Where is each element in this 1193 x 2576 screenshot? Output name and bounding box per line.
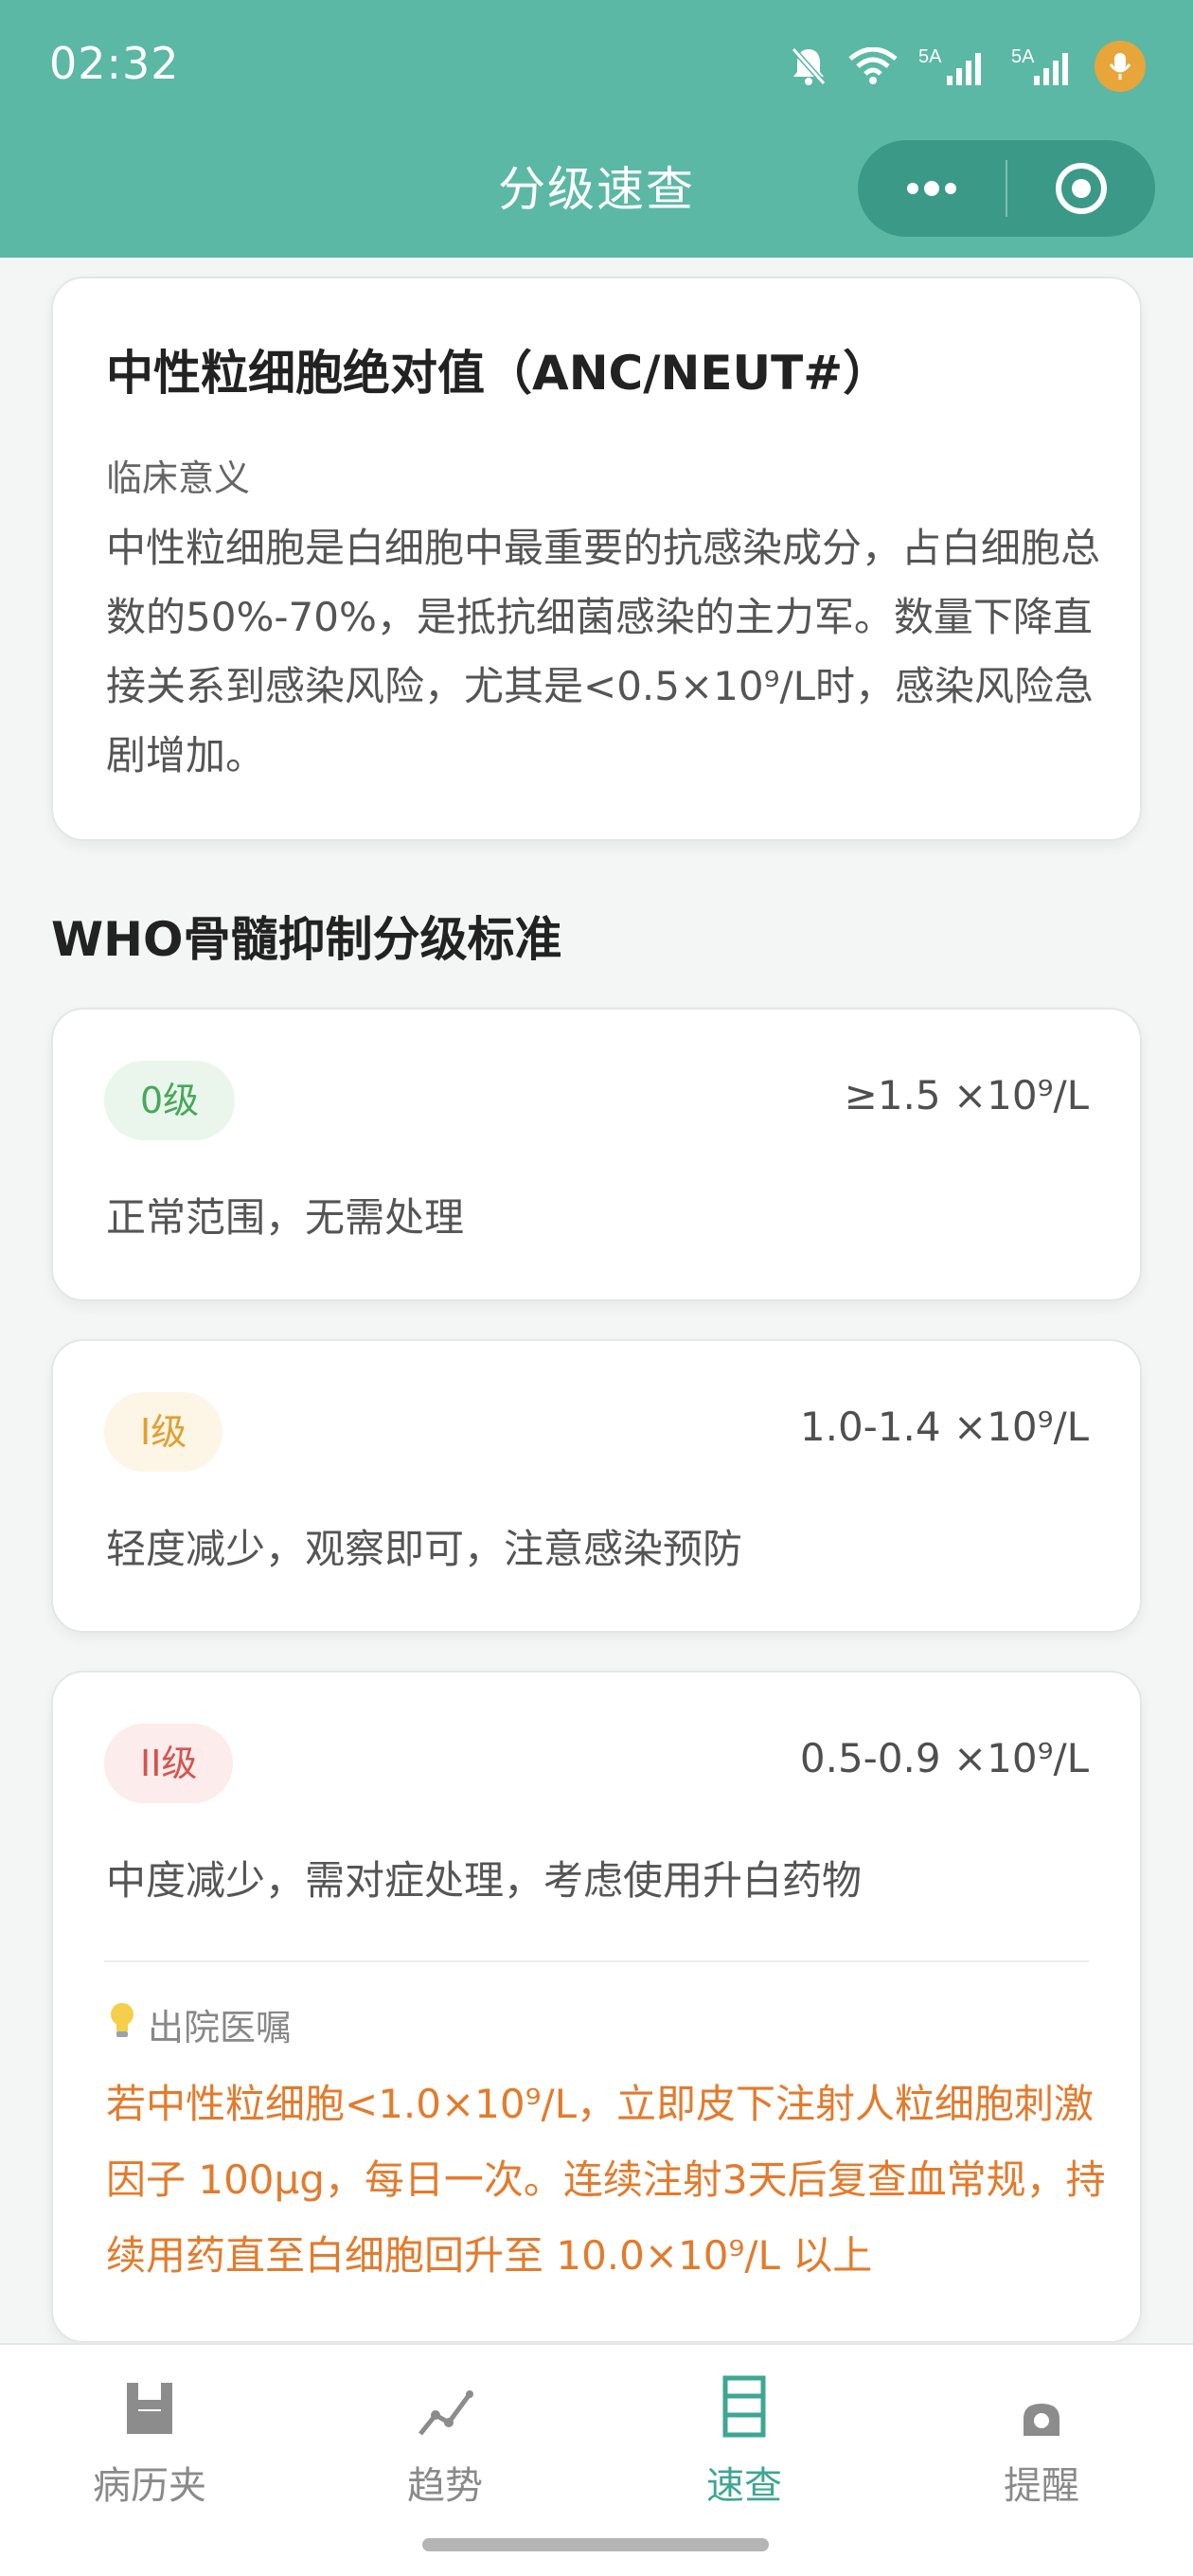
signal-5a-icon: 5A <box>1011 45 1074 87</box>
grade-range: ≥1.5 ×10⁹/L <box>844 1072 1089 1118</box>
grade-badge: II级 <box>104 1724 234 1803</box>
grade-range: 1.0-1.4 ×10⁹/L <box>799 1404 1089 1450</box>
divider <box>104 1960 1089 1962</box>
tab-label: 提醒 <box>1004 2464 1079 2508</box>
grade-description: 中度减少，需对症处理，考虑使用升白药物 <box>106 1857 863 1904</box>
svg-text:5A: 5A <box>918 46 942 67</box>
list-icon <box>722 2362 766 2438</box>
grade-card-0[interactable]: 0级 ≥1.5 ×10⁹/L 正常范围，无需处理 <box>51 1008 1142 1301</box>
section-title: WHO骨髓抑制分级标准 <box>51 912 562 967</box>
grade-card-1[interactable]: I级 1.0-1.4 ×10⁹/L 轻度减少，观察即可，注意感染预防 <box>51 1339 1142 1633</box>
grade-description: 轻度减少，观察即可，注意感染预防 <box>106 1526 743 1572</box>
grade-range: 0.5-0.9 ×10⁹/L <box>799 1735 1089 1781</box>
more-icon[interactable] <box>858 140 1006 237</box>
tab-label: 趋势 <box>407 2464 483 2508</box>
discharge-advice-text: 若中性粒细胞<1.0×10⁹/L，立即皮下注射人粒细胞刺激因子 100μg，每日… <box>106 2081 1106 2279</box>
discharge-advice-title: 出院医嘱 <box>148 2007 293 2048</box>
bell-icon <box>1020 2362 1063 2438</box>
lightbulb-icon <box>108 2001 136 2048</box>
discharge-advice-label: 出院医嘱 <box>108 1998 292 2050</box>
tab-label: 病历夹 <box>93 2464 206 2508</box>
tab-trend[interactable]: 趋势 <box>350 2362 540 2523</box>
grade-description: 正常范围，无需处理 <box>106 1194 465 1241</box>
status-time: 02:32 <box>49 38 180 89</box>
mute-bell-icon <box>790 45 828 87</box>
clinical-significance-card: 中性粒细胞绝对值（ANC/NEUT#） 临床意义 中性粒细胞是白细胞中最重要的抗… <box>51 277 1142 841</box>
grade-badge: 0级 <box>104 1061 236 1140</box>
tab-records[interactable]: 病历夹 <box>55 2362 244 2523</box>
app-page: 02:32 5A 5A 分级速查 中性粒细胞绝对值（ANC/NEUT#） 临床意… <box>0 0 1193 2576</box>
svg-text:5A: 5A <box>1011 46 1035 67</box>
close-target-icon[interactable] <box>1007 140 1155 237</box>
tab-label: 速查 <box>706 2464 782 2508</box>
home-indicator[interactable] <box>422 2538 769 2551</box>
folder-icon <box>123 2362 176 2438</box>
tab-quick-lookup[interactable]: 速查 <box>650 2362 839 2523</box>
mini-program-capsule <box>858 140 1155 237</box>
wifi-icon <box>848 47 898 85</box>
header: 02:32 5A 5A 分级速查 <box>0 0 1193 258</box>
grade-badge: I级 <box>104 1392 223 1472</box>
grade-card-2[interactable]: II级 0.5-0.9 ×10⁹/L 中度减少，需对症处理，考虑使用升白药物 出… <box>51 1671 1142 2343</box>
mic-icon[interactable] <box>1095 41 1146 92</box>
tab-reminder[interactable]: 提醒 <box>947 2362 1136 2523</box>
signal-5a-icon: 5A <box>918 45 990 87</box>
status-icons: 5A 5A <box>790 38 1146 95</box>
trend-icon <box>417 2362 473 2438</box>
clinical-significance-text: 中性粒细胞是白细胞中最重要的抗感染成分，占白细胞总数的50%-70%，是抵抗细菌… <box>106 525 1101 778</box>
indicator-title: 中性粒细胞绝对值（ANC/NEUT#） <box>106 346 891 401</box>
clinical-significance-label: 临床意义 <box>106 457 251 499</box>
